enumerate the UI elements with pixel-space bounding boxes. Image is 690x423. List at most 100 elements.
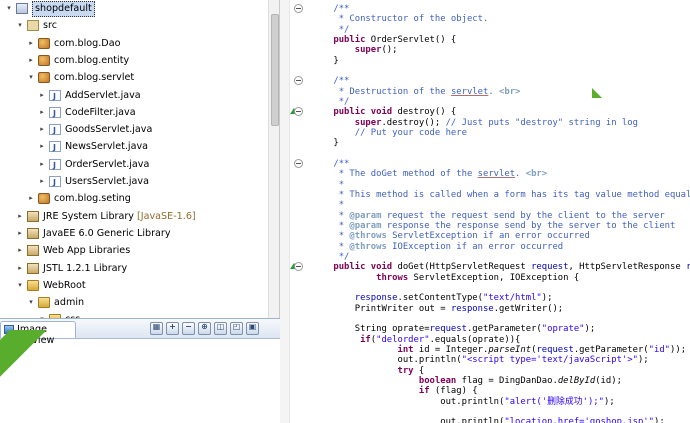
tree-item-text: UsersServlet.java (65, 176, 149, 187)
code-token: ); (584, 324, 596, 335)
zoom-out-icon[interactable]: − (182, 322, 195, 335)
tree-item-label: WebRoot (43, 277, 86, 294)
overview-ruler (280, 0, 290, 423)
explorer-scrollbar-thumb[interactable] (271, 14, 279, 126)
collapse-arrow-icon[interactable]: ▾ (15, 277, 25, 294)
fit-width-icon[interactable]: ◫ (214, 322, 227, 335)
fit-height-icon[interactable]: ◰ (230, 322, 243, 335)
code-line[interactable]: out.println("location.href='goshop.jsp'"… (312, 416, 665, 423)
zoom-reset-icon[interactable]: ⊕ (198, 322, 211, 335)
tree-item-label: com.blog.seting (54, 190, 131, 207)
java-file-icon (49, 122, 61, 139)
code-line[interactable]: throws ServletException, IOException { (312, 272, 579, 284)
expand-arrow-icon[interactable]: ▸ (15, 208, 25, 225)
expand-arrow-icon[interactable]: ▸ (37, 104, 47, 121)
java-file-icon (49, 105, 61, 122)
fold-toggle-icon[interactable] (294, 158, 303, 168)
folding-gutter (290, 0, 310, 423)
toolbar-glyph: ◰ (232, 322, 241, 331)
zoom-in-icon[interactable]: + (166, 322, 179, 335)
code-token: super (354, 45, 382, 56)
code-token: delById (557, 375, 596, 386)
expand-arrow-icon[interactable]: ▸ (37, 156, 47, 173)
code-token: <br> (499, 86, 521, 97)
expand-arrow-icon[interactable]: ▸ (37, 121, 47, 138)
fit-image-icon[interactable]: ▦ (150, 322, 163, 335)
code-token: // Put your code here (354, 127, 467, 138)
expand-arrow-icon[interactable]: ▸ (37, 138, 47, 155)
code-token: ServletException, IOException { (408, 272, 580, 283)
code-line[interactable]: } (312, 137, 338, 149)
tree-item-decoration: [JavaSE-1.6] (137, 210, 196, 222)
code-token: response (450, 303, 494, 314)
tree-item-text: Web App Libraries (43, 245, 131, 257)
tree-item-text: JRE System Library (43, 210, 134, 222)
tree-item-label: src (43, 17, 57, 34)
expand-arrow-icon[interactable]: ▸ (26, 190, 36, 207)
tree-item-text: admin (54, 297, 85, 309)
tree-item-text: JavaEE 6.0 Generic Library (43, 227, 171, 239)
expand-arrow-icon[interactable]: ▸ (37, 87, 47, 104)
qq-watermark: qq:1826816020 (592, 0, 690, 98)
tree-item-text: WebRoot (43, 279, 86, 291)
fold-toggle-icon[interactable] (294, 4, 303, 13)
collapse-arrow-icon[interactable]: ▾ (4, 0, 14, 17)
tree-item-label: OrderServlet.java (65, 156, 149, 173)
collapse-arrow-icon[interactable]: ▾ (26, 69, 36, 86)
tree-item-label: JRE System Library [JavaSE-1.6] (43, 208, 196, 225)
code-token: "oprate" (541, 324, 585, 335)
code-token: .getWriter(); (493, 303, 564, 314)
code-line[interactable]: out.println("alert('删除成功');"); (312, 396, 615, 408)
tree-item-text: CodeFilter.java (65, 106, 136, 118)
code-token: ); (603, 396, 615, 407)
code-token: "id" (648, 344, 671, 355)
tree-item-text: com.blog.Dao (54, 37, 121, 49)
code-token: (id); (595, 375, 622, 386)
tree-item-label: admin (54, 294, 84, 311)
toolbar-glyph: − (185, 322, 192, 331)
tree-item-label: JavaEE 6.0 Generic Library (43, 225, 171, 242)
fold-toggle-icon[interactable] (294, 76, 303, 86)
tree-item-text: JSTL 1.2.1 Library (43, 262, 128, 274)
code-token: ); (653, 417, 665, 423)
java-file-icon (49, 88, 61, 105)
library-icon (27, 227, 39, 239)
code-token: "location.href='goshop.jsp'" (504, 417, 654, 423)
code-token: ); (637, 355, 649, 366)
code-line[interactable]: * @throws IOException if an error occurr… (312, 241, 563, 253)
tree-item-text: com.blog.servlet (54, 72, 135, 84)
tree-item-text: shopdefault (35, 3, 92, 14)
code-token: servlet (450, 86, 489, 97)
code-token: PrintWriter out = (312, 303, 451, 314)
java-file-icon (49, 139, 61, 156)
actual-size-icon[interactable]: ▣ (246, 322, 259, 335)
collapse-arrow-icon[interactable]: ▾ (15, 17, 25, 34)
toolbar-glyph: ▣ (248, 322, 257, 331)
tree-item-label: CodeFilter.java (65, 104, 136, 121)
fold-toggle-icon[interactable] (294, 107, 303, 117)
package-icon (38, 54, 50, 66)
code-line[interactable]: * The doGet method of the servlet. <br> (312, 168, 547, 180)
tree-item-text: OrderServlet.java (65, 158, 150, 170)
code-token: response (686, 262, 690, 273)
code-line[interactable]: * This method is called when a form has … (312, 189, 690, 201)
collapse-arrow-icon[interactable]: ▾ (26, 294, 36, 311)
tree-item-label: com.blog.Dao (54, 35, 120, 52)
expand-arrow-icon[interactable]: ▸ (26, 35, 36, 52)
expand-arrow-icon[interactable]: ▸ (15, 225, 25, 242)
tree-item-label: Web App Libraries (43, 242, 130, 259)
code-line[interactable]: PrintWriter out = response.getWriter(); (312, 303, 563, 315)
expand-arrow-icon[interactable]: ▸ (37, 173, 47, 190)
expand-arrow-icon[interactable]: ▸ (26, 52, 36, 69)
fold-toggle-icon[interactable] (294, 262, 303, 272)
expand-arrow-icon[interactable]: ▸ (15, 242, 25, 259)
source-folder-icon (27, 20, 39, 32)
expand-arrow-icon[interactable]: ▸ (15, 260, 25, 277)
explorer-scrollbar[interactable] (268, 0, 279, 318)
toolbar-glyph: ⊕ (201, 322, 208, 331)
collapse-arrow-icon[interactable]: ▾ (37, 311, 47, 318)
tree-item-text: AddServlet.java (65, 89, 141, 101)
java-file-icon (49, 157, 61, 174)
code-line[interactable]: } (312, 55, 338, 67)
